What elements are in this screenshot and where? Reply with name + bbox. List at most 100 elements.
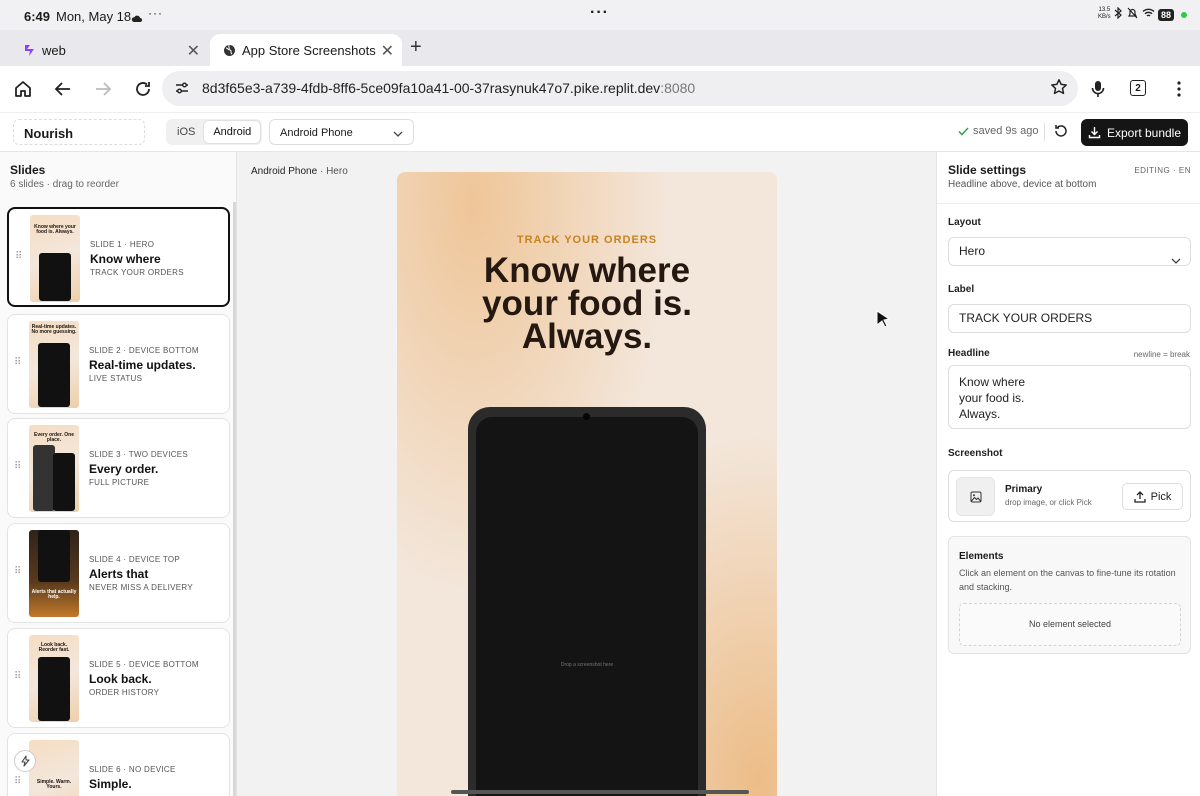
drag-handle-icon[interactable]: ⠿ [14, 776, 21, 787]
home-icon[interactable] [10, 76, 36, 102]
slide-thumbnail: Alerts that actually help. [29, 530, 79, 617]
tab-title: web [42, 42, 66, 58]
slide-headline: Alerts that [89, 567, 149, 581]
drag-handle-icon[interactable]: ⠿ [14, 671, 21, 682]
slide-headline: Real-time updates. [89, 358, 196, 372]
close-tab-icon[interactable]: ✕ [381, 41, 394, 61]
drop-hint: Drop a screenshot here [560, 662, 614, 668]
slide-card-5[interactable]: ⠿ Look back. Reorder fast. SLIDE 5 · DEV… [7, 628, 230, 728]
microphone-icon[interactable] [1085, 76, 1111, 102]
system-status-bar: 6:49 Mon, May 18 ··· ··· 13.5 KB/s 88 [0, 0, 1200, 30]
slide-thumbnail: Every order. One place. [29, 425, 79, 512]
bolt-icon [20, 755, 30, 767]
mute-icon [1127, 7, 1138, 19]
forward-arrow-icon[interactable] [90, 76, 116, 102]
label-input[interactable]: TRACK YOUR ORDERS [948, 304, 1191, 333]
slide-label-text[interactable]: TRACK YOUR ORDERS [397, 234, 777, 246]
slide-tag: SLIDE 2 · DEVICE BOTTOM [89, 346, 199, 355]
address-bar[interactable]: 8d3f65e3-a739-4fdb-8ff6-5ce09fa10a41-00-… [162, 71, 1078, 106]
menu-kebab-icon[interactable] [1166, 76, 1192, 102]
cloud-icon [131, 11, 142, 26]
slide-card-3[interactable]: ⠿ Every order. One place. SLIDE 3 · TWO … [7, 418, 230, 518]
device-mockup[interactable]: Drop a screenshot here [468, 407, 706, 796]
camera-active-dot-icon [1181, 12, 1187, 18]
date: Mon, May 18 [56, 9, 132, 24]
drag-handle-icon[interactable]: ⠿ [14, 566, 21, 577]
settings-header: Slide settings Headline above, device at… [937, 152, 1200, 204]
site-settings-icon[interactable] [174, 80, 190, 101]
slide-headline: Every order. [89, 462, 159, 476]
screenshot-slot-title: Primary [1005, 484, 1043, 495]
battery-indicator: 88 [1158, 9, 1175, 21]
layout-select[interactable]: Hero [948, 237, 1191, 266]
multitasking-dots-icon[interactable]: ··· [590, 4, 609, 22]
screenshot-drop-zone[interactable]: Drop a screenshot here [476, 417, 698, 796]
slide-tag: SLIDE 5 · DEVICE BOTTOM [89, 660, 199, 669]
slide-canvas: Android Phone · Hero TRACK YOUR ORDERS K… [237, 152, 936, 796]
screenshot-label: Screenshot [948, 448, 1003, 459]
slide-tag: SLIDE 3 · TWO DEVICES [89, 450, 189, 459]
settings-title: Slide settings [948, 163, 1027, 177]
slide-thumbnail: Simple. Warm. Yours. [29, 740, 79, 796]
globe-icon [222, 43, 236, 57]
slide-card-6[interactable]: ⠿ Simple. Warm. Yours. SLIDE 6 · NO DEVI… [7, 733, 230, 796]
new-tab-icon[interactable]: + [410, 36, 422, 59]
headline-hint: newline = break [1133, 350, 1190, 359]
layout-label: Layout [948, 217, 981, 228]
mouse-cursor-icon [876, 310, 891, 333]
slide-label: NEVER MISS A DELIVERY [89, 583, 193, 592]
reload-icon[interactable] [130, 76, 156, 102]
tab-title: App Store Screenshots [242, 42, 376, 58]
headline-textarea[interactable]: Know where your food is. Always. [948, 365, 1191, 429]
save-status: saved 9s ago [958, 125, 1038, 137]
browser-tab-strip: web ✕ App Store Screenshots ✕ + [0, 30, 1200, 66]
chevron-down-icon [393, 128, 403, 140]
slide-tag: SLIDE 4 · DEVICE TOP [89, 555, 181, 564]
slide-headline-text[interactable]: Know where your food is. Always. [397, 253, 777, 354]
slides-panel-title: Slides [10, 163, 46, 177]
pick-button[interactable]: Pick [1122, 483, 1183, 510]
elements-title: Elements [959, 551, 1004, 562]
slide-tag: SLIDE 1 · HERO [90, 240, 155, 249]
replit-agent-button[interactable] [14, 750, 36, 772]
screenshot-slot[interactable]: Primary drop image, or click Pick Pick [948, 470, 1191, 522]
network-speed: 13.5 KB/s [1098, 7, 1111, 20]
bookmark-star-icon[interactable] [1050, 78, 1068, 101]
platform-ios-button[interactable]: iOS [168, 121, 204, 143]
chevron-down-icon [1171, 247, 1181, 274]
slide-preview[interactable]: TRACK YOUR ORDERS Know where your food i… [397, 172, 777, 796]
back-arrow-icon[interactable] [50, 76, 76, 102]
slide-card-1[interactable]: ⠿ Know where your food is. Always. SLIDE… [7, 207, 230, 307]
slide-headline: Look back. [89, 672, 152, 686]
tab-app-store-screenshots[interactable]: App Store Screenshots ✕ [210, 34, 402, 66]
device-mockup [38, 530, 70, 582]
platform-android-button[interactable]: Android [204, 121, 261, 143]
slides-panel: Slides 6 slides · drag to reorder ⠿ Know… [0, 152, 237, 796]
drag-handle-icon[interactable]: ⠿ [14, 357, 21, 368]
slide-thumbnail: Know where your food is. Always. [30, 215, 80, 302]
home-indicator[interactable] [451, 790, 749, 794]
export-bundle-button[interactable]: Export bundle [1081, 119, 1188, 146]
slide-thumbnail: Look back. Reorder fast. [29, 635, 79, 722]
reset-icon[interactable] [1053, 123, 1069, 144]
tab-web[interactable]: web ✕ [10, 34, 208, 66]
slide-tag: SLIDE 6 · NO DEVICE [89, 765, 176, 774]
slide-card-4[interactable]: ⠿ Alerts that actually help. SLIDE 4 · D… [7, 523, 230, 623]
device-mockup [33, 445, 55, 511]
screenshot-slot-hint: drop image, or click Pick [1005, 498, 1092, 507]
device-mockup [39, 253, 71, 301]
device-select[interactable]: Android Phone [269, 119, 414, 145]
drag-handle-icon[interactable]: ⠿ [14, 461, 21, 472]
headline-field-label: Headline [948, 348, 990, 359]
tab-switcher-button[interactable]: 2 [1130, 80, 1146, 96]
check-icon [958, 126, 969, 136]
app-toolbar: Nourish iOS Android Android Phone saved … [0, 112, 1200, 152]
slide-label: FULL PICTURE [89, 478, 150, 487]
settings-subtitle: Headline above, device at bottom [948, 179, 1097, 190]
close-tab-icon[interactable]: ✕ [187, 41, 200, 61]
slide-card-2[interactable]: ⠿ Real-time updates. No more guessing. S… [7, 314, 230, 414]
drag-handle-icon[interactable]: ⠿ [15, 251, 22, 262]
slide-label: TRACK YOUR ORDERS [90, 268, 184, 277]
project-name-field[interactable]: Nourish [13, 119, 145, 145]
replit-logo-icon [22, 43, 36, 57]
